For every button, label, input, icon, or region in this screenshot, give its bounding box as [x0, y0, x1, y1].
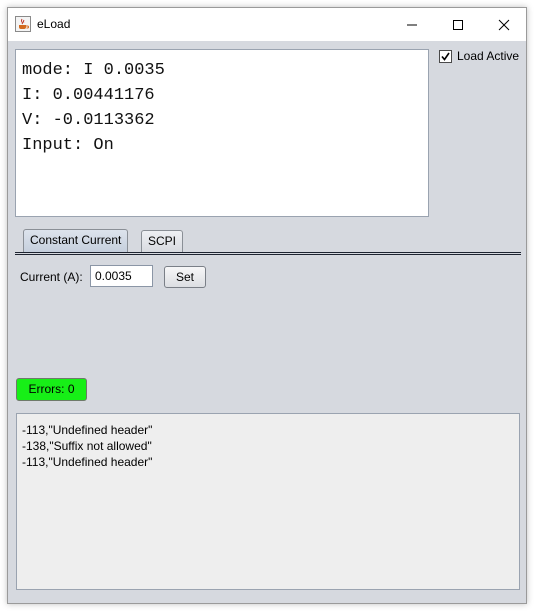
tab-divider — [15, 252, 521, 253]
load-active-checkbox[interactable]: Load Active — [439, 48, 519, 64]
error-log[interactable]: -113,"Undefined header" -138,"Suffix not… — [16, 413, 520, 590]
tab-bar: Constant Current SCPI — [15, 229, 521, 254]
close-icon — [498, 19, 510, 30]
load-active-label: Load Active — [457, 49, 520, 63]
errors-button[interactable]: Errors: 0 — [16, 378, 87, 401]
app-window: eLoad mode: I 0.0035 I: 0.00441176 V: -0… — [7, 7, 527, 604]
minimize-button[interactable] — [389, 8, 435, 41]
window-title: eLoad — [37, 17, 71, 31]
log-line: -138,"Suffix not allowed" — [22, 439, 152, 453]
log-line: -113,"Undefined header" — [22, 455, 153, 469]
maximize-button[interactable] — [435, 8, 481, 41]
tab-constant-current[interactable]: Constant Current — [23, 229, 129, 252]
tab-divider — [15, 254, 521, 255]
log-line: -113,"Undefined header" — [22, 423, 153, 437]
set-button[interactable]: Set — [164, 266, 206, 288]
tab-scpi[interactable]: SCPI — [141, 230, 184, 252]
readout-voltage: V: -0.0113362 — [22, 111, 155, 130]
title-bar[interactable]: eLoad — [8, 8, 526, 41]
readout-current: I: 0.00441176 — [22, 86, 155, 105]
readout-input: Input: On — [22, 136, 114, 155]
current-label: Current (A): — [20, 270, 83, 284]
checkbox-checked-icon[interactable] — [439, 49, 452, 63]
java-cup-icon — [15, 16, 31, 32]
current-input[interactable]: 0.0035 — [90, 265, 153, 287]
minimize-icon — [407, 24, 417, 25]
close-button[interactable] — [481, 8, 527, 41]
readout-display: mode: I 0.0035 I: 0.00441176 V: -0.01133… — [15, 49, 429, 217]
readout-mode: mode: I 0.0035 — [22, 61, 165, 80]
maximize-icon — [453, 19, 463, 30]
